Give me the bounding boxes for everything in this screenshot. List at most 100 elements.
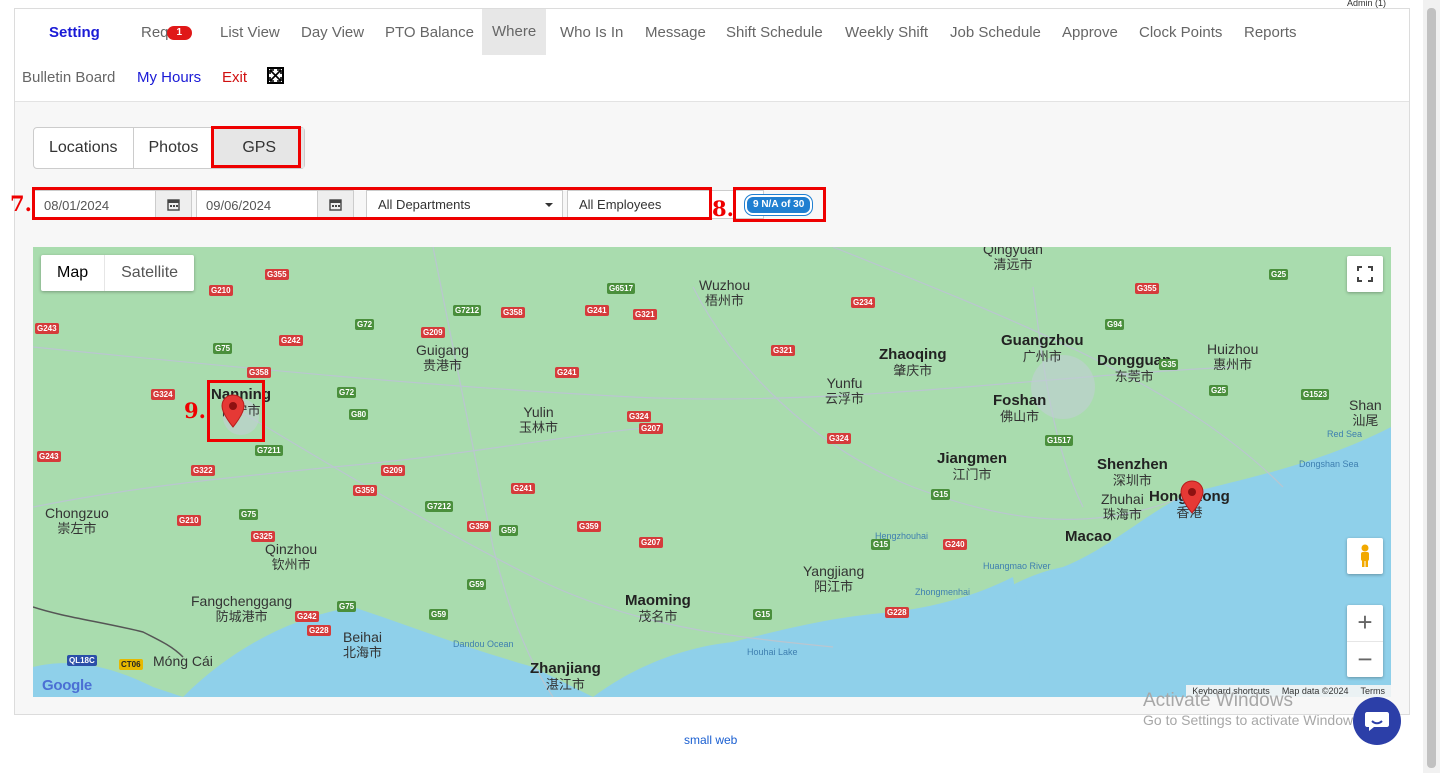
calendar-icon[interactable] [318,190,354,219]
end-date-input[interactable]: 09/06/2024 [196,190,318,219]
nav-item-where[interactable]: Where [482,9,547,55]
city-name: Guangzhou [1001,332,1084,349]
map-city-label: Shan 汕尾 [1349,397,1382,429]
fullscreen-button[interactable] [1347,256,1383,292]
nav-label: Clock Points [1139,24,1223,41]
road-shield: G210 [209,285,233,296]
admin-label: Admin (1) [1346,0,1386,8]
gps-count-badge[interactable]: 9 N/A of 30 [745,195,813,215]
department-select[interactable]: All Departments [366,190,563,219]
city-name-local: 肇庆市 [893,363,933,378]
road-shield: G359 [353,485,377,496]
nav-item-clock-points[interactable]: Clock Points [1129,10,1232,56]
nav-item-exit[interactable]: Exit [212,55,257,101]
road-shield: G72 [337,387,357,398]
employee-select[interactable]: All Employees [567,190,764,219]
nav-item-my-hours[interactable]: My Hours [127,55,211,101]
water-label: Houhai Lake [747,647,798,657]
tab-locations[interactable]: Locations [34,128,134,168]
city-name: Jiangmen [937,450,1008,467]
road-shield: G234 [851,297,875,308]
nav-item-bulletin-board[interactable]: Bulletin Board [12,55,125,101]
view-tabs: Locations Photos GPS [33,127,306,169]
nav-item-job-schedule[interactable]: Job Schedule [940,10,1051,56]
fullscreen-icon [1357,266,1373,282]
app-frame: Setting Req 1 List View Day View PTO Balance W… [10,8,1410,715]
scroll-thumb[interactable] [1427,8,1436,768]
gps-map[interactable]: Nanning南宁市Wuzhou梧州市Guigang贵港市Yulin玉林市Zha… [33,247,1391,697]
zoom-out-button[interactable]: − [1347,642,1383,678]
map-city-label: Yangjiang 阳江市 [803,563,864,595]
map-city-label: Yunfu 云浮市 [825,375,864,407]
map-city-label: Zhaoqing 肇庆市 [879,347,947,379]
city-name: Chongzuo [45,505,109,521]
location-pin-icon[interactable] [221,394,245,428]
map-city-label: Jiangmen 江门市 [937,451,1007,483]
tab-photos[interactable]: Photos [134,128,215,168]
city-name: Yangjiang [803,563,865,579]
calendar-icon[interactable] [156,190,192,219]
nav-item-day-view[interactable]: Day View [291,10,374,56]
street-view-button[interactable] [1347,538,1383,574]
annotation-7: 7. [10,191,32,216]
road-shield: G94 [1105,319,1125,330]
map-city-label: Foshan 佛山市 [993,393,1046,425]
nav-label: My Hours [137,69,202,86]
chat-button[interactable] [1353,697,1401,745]
nav-item-weekly-shift[interactable]: Weekly Shift [835,10,938,56]
map-city-label: Fangchenggang 防城港市 [191,593,292,625]
nav-item-reports[interactable]: Reports [1234,10,1307,56]
nav-item-setting[interactable]: Setting [39,10,110,56]
nav-item-list-view[interactable]: List View [210,10,290,56]
city-name: Macao [1065,528,1112,545]
nav-label: Shift Schedule [726,24,823,41]
small-web-link[interactable]: small web [684,733,737,747]
nav-label: Day View [301,24,365,41]
city-name-local: 崇左市 [57,521,97,536]
nav-item-approve[interactable]: Approve [1052,10,1128,56]
nav-item-pto-balance[interactable]: PTO Balance [375,10,484,56]
nav-item-who-is-in[interactable]: Who Is In [550,10,633,56]
city-name: Qingyuan [983,247,1043,257]
water-label: Huangmao River [983,561,1051,571]
request-count-badge: 1 [166,26,193,41]
road-shield: G243 [35,323,59,334]
road-shield: CT06 [119,659,143,670]
employee-value: All Employees [579,197,662,212]
map-city-label: Zhanjiang 湛江市 [530,661,601,693]
city-name-local: 珠海市 [1102,507,1142,522]
nav-label: Message [645,24,706,41]
nav-item-shift-schedule[interactable]: Shift Schedule [716,10,833,56]
location-pin-icon[interactable] [1180,480,1204,514]
annotation-9: 9. [184,398,206,423]
nav-label: List View [220,24,280,41]
map-type-map-button[interactable]: Map [41,255,106,291]
road-shield: G72 [355,319,375,330]
road-shield: G80 [349,409,369,420]
nav-label: Bulletin Board [22,69,116,86]
city-name: Fangchenggang [191,593,293,609]
nav-item-req[interactable]: Req 1 [131,10,202,56]
road-shield: G209 [381,465,405,476]
map-type-satellite-button[interactable]: Satellite [105,255,194,291]
nav-item-message[interactable]: Message [635,10,716,56]
road-shield: G359 [467,521,491,532]
road-shield: G6517 [607,283,636,294]
tab-gps[interactable]: GPS [214,128,305,168]
page-scrollbar[interactable] [1423,0,1440,773]
city-name: Beihai [343,629,382,645]
road-shield: G324 [151,389,175,400]
activation-watermark: Activate Windows Go to Settings to activ… [1143,690,1364,728]
map-base [33,247,1391,697]
road-shield: G241 [585,305,609,316]
city-name: Móng Cái [153,653,213,669]
road-shield: G59 [429,609,449,620]
start-date-input[interactable]: 08/01/2024 [34,190,156,219]
zoom-in-button[interactable]: + [1347,605,1383,642]
expand-icon[interactable] [267,67,284,84]
watermark-title: Activate Windows [1143,690,1293,711]
road-shield: G324 [627,411,651,422]
city-name-local: 东莞市 [1114,369,1154,384]
water-label: Dongshan Sea [1299,459,1359,469]
road-shield: QL18C [67,655,97,666]
